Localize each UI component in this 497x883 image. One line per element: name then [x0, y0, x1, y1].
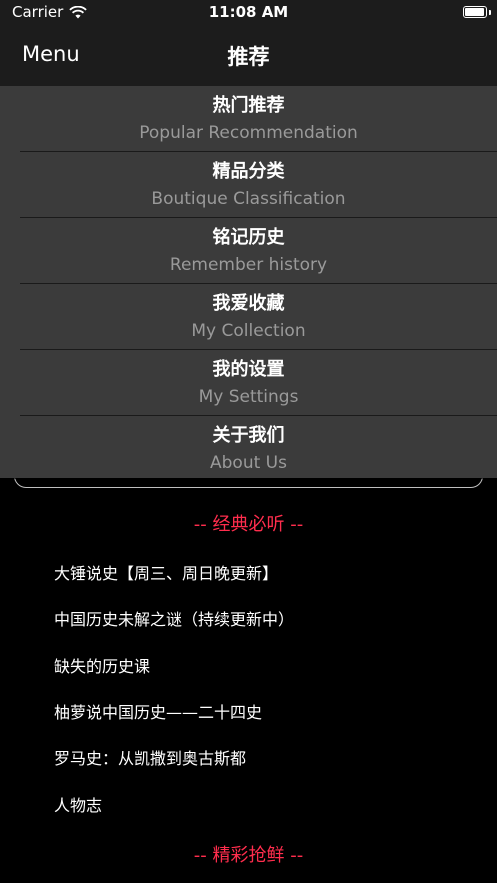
nav-bar: Menu 推荐	[0, 28, 497, 86]
battery-level	[465, 8, 484, 16]
menu-button[interactable]: Menu	[22, 42, 80, 66]
menu-item-title: 热门推荐	[212, 95, 285, 116]
battery-tip	[489, 10, 491, 15]
list-item[interactable]: 罗马史：从凯撒到奥古斯都	[54, 745, 246, 769]
list-item[interactable]: 人物志	[54, 792, 102, 816]
list-item[interactable]: 中国历史未解之谜（持续更新中）	[54, 606, 294, 630]
list-item[interactable]: 大锤说史【周三、周日晚更新】	[54, 560, 278, 584]
status-time: 11:08 AM	[208, 3, 289, 21]
menu-item-collection[interactable]: 我爱收藏 My Collection	[0, 284, 497, 350]
menu-item-popular[interactable]: 热门推荐 Popular Recommendation	[0, 86, 497, 152]
section-title-fresh: -- 精彩抢鲜 --	[193, 845, 304, 866]
menu-item-subtitle: Popular Recommendation	[139, 123, 358, 143]
battery-icon	[463, 6, 487, 18]
dropdown-menu: 热门推荐 Popular Recommendation 精品分类 Boutiqu…	[0, 86, 497, 478]
section-title-classic: -- 经典必听 --	[193, 514, 304, 535]
menu-item-title: 关于我们	[212, 425, 285, 446]
menu-item-subtitle: Remember history	[169, 255, 328, 275]
menu-item-settings[interactable]: 我的设置 My Settings	[0, 350, 497, 416]
status-bar: Carrier 11:08 AM	[0, 0, 497, 28]
menu-item-subtitle: My Collection	[191, 321, 306, 341]
menu-item-subtitle: Boutique Classification	[151, 189, 346, 209]
menu-item-title: 铭记历史	[212, 227, 285, 248]
menu-item-history[interactable]: 铭记历史 Remember history	[0, 218, 497, 284]
list-item[interactable]: 缺失的历史课	[54, 653, 150, 677]
list-item[interactable]: 柚萝说中国历史——二十四史	[54, 699, 262, 723]
menu-item-subtitle: About Us	[210, 453, 287, 473]
menu-item-subtitle: My Settings	[198, 387, 299, 407]
menu-item-title: 我的设置	[212, 359, 285, 380]
menu-item-boutique[interactable]: 精品分类 Boutique Classification	[0, 152, 497, 218]
menu-item-title: 精品分类	[212, 161, 285, 182]
menu-item-title: 我爱收藏	[212, 293, 285, 314]
menu-item-about[interactable]: 关于我们 About Us	[0, 416, 497, 482]
